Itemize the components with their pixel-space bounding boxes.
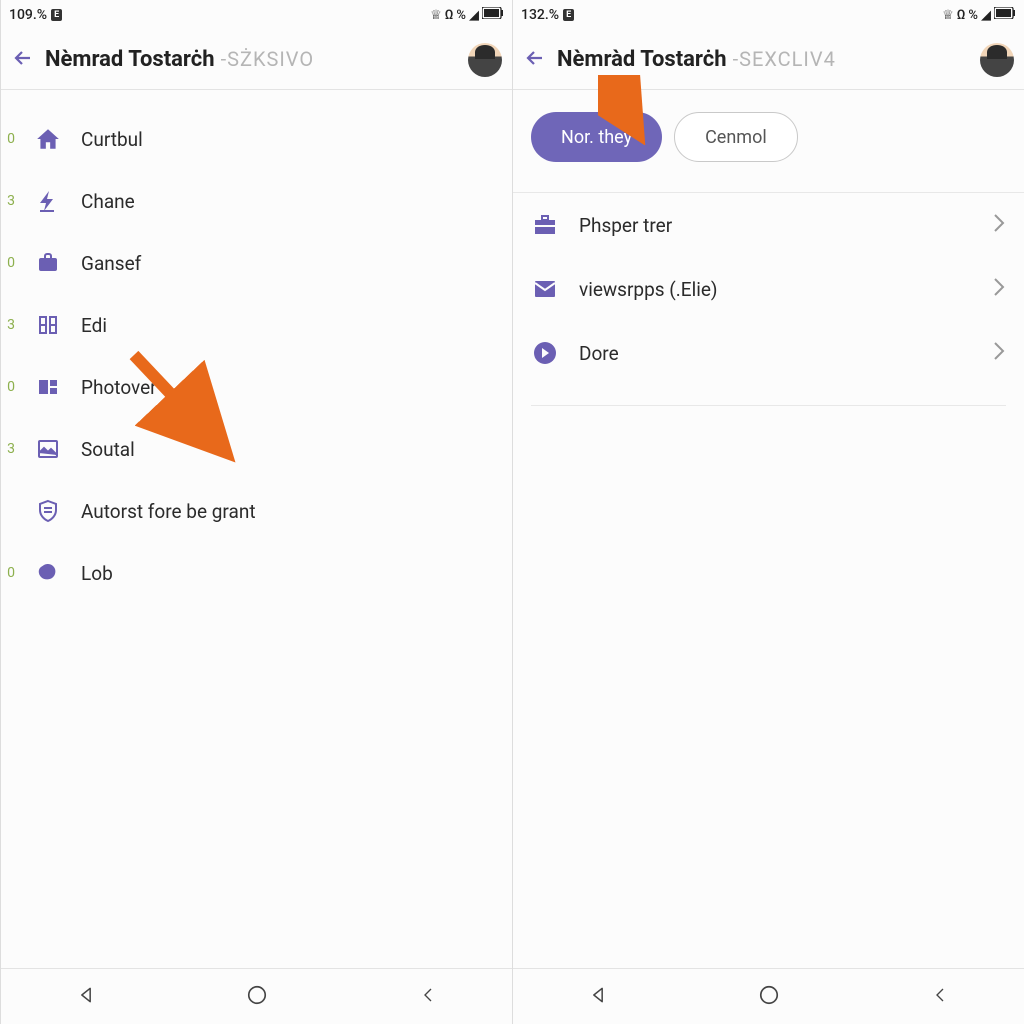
menu-label: Chane: [81, 190, 135, 213]
nav-home-icon[interactable]: [758, 984, 780, 1010]
menu-item-photover[interactable]: 0 Photover: [1, 356, 512, 418]
option-label: viewsrpps (.Elie): [579, 278, 972, 301]
image-icon: [33, 437, 63, 461]
pill-label: Nor. they: [561, 127, 632, 148]
crown-icon: ♕: [430, 8, 442, 23]
home-icon: [33, 126, 63, 152]
app-header: Nèmràd Tostarċh -SEXCLIV4: [513, 30, 1024, 90]
signal-icon: ◢: [981, 8, 991, 23]
option-phsper[interactable]: Phsper trer: [513, 193, 1024, 257]
nav-back-icon[interactable]: [588, 985, 608, 1009]
android-nav: [1, 968, 512, 1024]
option-viewsrpps[interactable]: viewsrpps (.Elie): [513, 257, 1024, 321]
shield-icon: [33, 499, 63, 523]
menu-count: 0: [5, 379, 15, 395]
crown-icon: ♕: [942, 8, 954, 23]
avatar[interactable]: [980, 43, 1014, 77]
menu-label: Soutal: [81, 438, 135, 461]
menu-count: 3: [5, 193, 15, 209]
avatar[interactable]: [468, 43, 502, 77]
percent-icon: %: [968, 8, 978, 23]
signal-icon: ◢: [469, 8, 479, 23]
percent-icon: %: [456, 8, 466, 23]
status-time: 109.%: [9, 7, 47, 23]
back-icon[interactable]: [11, 46, 35, 74]
menu-list: 0 Curtbul 3 Chane 0 Gansef 3 Edi: [1, 90, 512, 622]
menu-label: Edi: [81, 314, 107, 337]
status-time: 132.%: [521, 7, 559, 23]
briefcase-icon: [33, 251, 63, 275]
nav-home-icon[interactable]: [246, 984, 268, 1010]
bolt-icon: [33, 189, 63, 213]
android-nav: [513, 968, 1024, 1024]
screen-left: 109.% E ♕ Ω % ◢ Nèmrad Tostarċh -SŻKSIVO…: [0, 0, 512, 1024]
app-header: Nèmrad Tostarċh -SŻKSIVO: [1, 30, 512, 90]
horseshoe-icon: Ω: [957, 8, 966, 23]
menu-count: 0: [5, 565, 15, 581]
menu-count: 3: [5, 441, 15, 457]
nav-recent-icon[interactable]: [931, 986, 949, 1008]
horseshoe-icon: Ω: [445, 8, 454, 23]
menu-item-lob[interactable]: 0 Lob: [1, 542, 512, 604]
menu-label: Lob: [81, 562, 113, 585]
status-bar: 109.% E ♕ Ω % ◢: [1, 0, 512, 30]
chevron-right-icon: [992, 212, 1006, 238]
menu-label: Curtbul: [81, 128, 143, 151]
option-label: Dore: [579, 342, 972, 365]
option-dore[interactable]: Dore: [513, 321, 1024, 385]
status-icons: ♕ Ω % ◢: [942, 7, 1016, 23]
menu-label: Autorst fore be grant: [81, 500, 256, 523]
blob-icon: [33, 561, 63, 585]
page-subtitle: -SEXCLIV4: [733, 47, 836, 71]
battery-icon: [482, 7, 504, 23]
toolbox-icon: [531, 214, 559, 236]
nav-back-icon[interactable]: [76, 985, 96, 1009]
back-icon[interactable]: [523, 46, 547, 74]
tab-nor-they[interactable]: Nor. they: [531, 112, 662, 162]
status-icons: ♕ Ω % ◢: [430, 7, 504, 23]
menu-count: 0: [5, 131, 15, 147]
menu-label: Gansef: [81, 252, 141, 275]
menu-item-autorst[interactable]: Autorst fore be grant: [1, 480, 512, 542]
status-e-icon: E: [563, 9, 574, 21]
page-title: Nèmrad Tostarċh: [45, 47, 215, 72]
page-title: Nèmràd Tostarċh: [557, 47, 727, 72]
status-e-icon: E: [51, 9, 62, 21]
battery-icon: [994, 7, 1016, 23]
menu-count: 3: [5, 317, 15, 333]
columns-icon: [33, 313, 63, 337]
divider: [531, 405, 1006, 406]
menu-label: Photover: [81, 376, 157, 399]
pill-label: Cenmol: [705, 127, 767, 148]
menu-item-curtbul[interactable]: 0 Curtbul: [1, 108, 512, 170]
menu-item-soutal[interactable]: 3 Soutal: [1, 418, 512, 480]
screen-right: 132.% E ♕ Ω % ◢ Nèmràd Tostarċh -SEXCLIV…: [512, 0, 1024, 1024]
menu-item-edi[interactable]: 3 Edi: [1, 294, 512, 356]
tab-cenmol[interactable]: Cenmol: [674, 112, 798, 162]
chevron-right-icon: [992, 340, 1006, 366]
option-list: Phsper trer viewsrpps (.Elie) Dore: [513, 193, 1024, 406]
circle-arrow-icon: [531, 341, 559, 365]
page-subtitle: -SŻKSIVO: [221, 47, 315, 71]
panel-icon: [33, 375, 63, 399]
menu-item-gansef[interactable]: 0 Gansef: [1, 232, 512, 294]
status-bar: 132.% E ♕ Ω % ◢: [513, 0, 1024, 30]
chevron-right-icon: [992, 276, 1006, 302]
menu-item-chane[interactable]: 3 Chane: [1, 170, 512, 232]
menu-count: 0: [5, 255, 15, 271]
tab-pills: Nor. they Cenmol: [513, 90, 1024, 193]
option-label: Phsper trer: [579, 214, 972, 237]
mail-icon: [531, 279, 559, 299]
nav-recent-icon[interactable]: [419, 986, 437, 1008]
